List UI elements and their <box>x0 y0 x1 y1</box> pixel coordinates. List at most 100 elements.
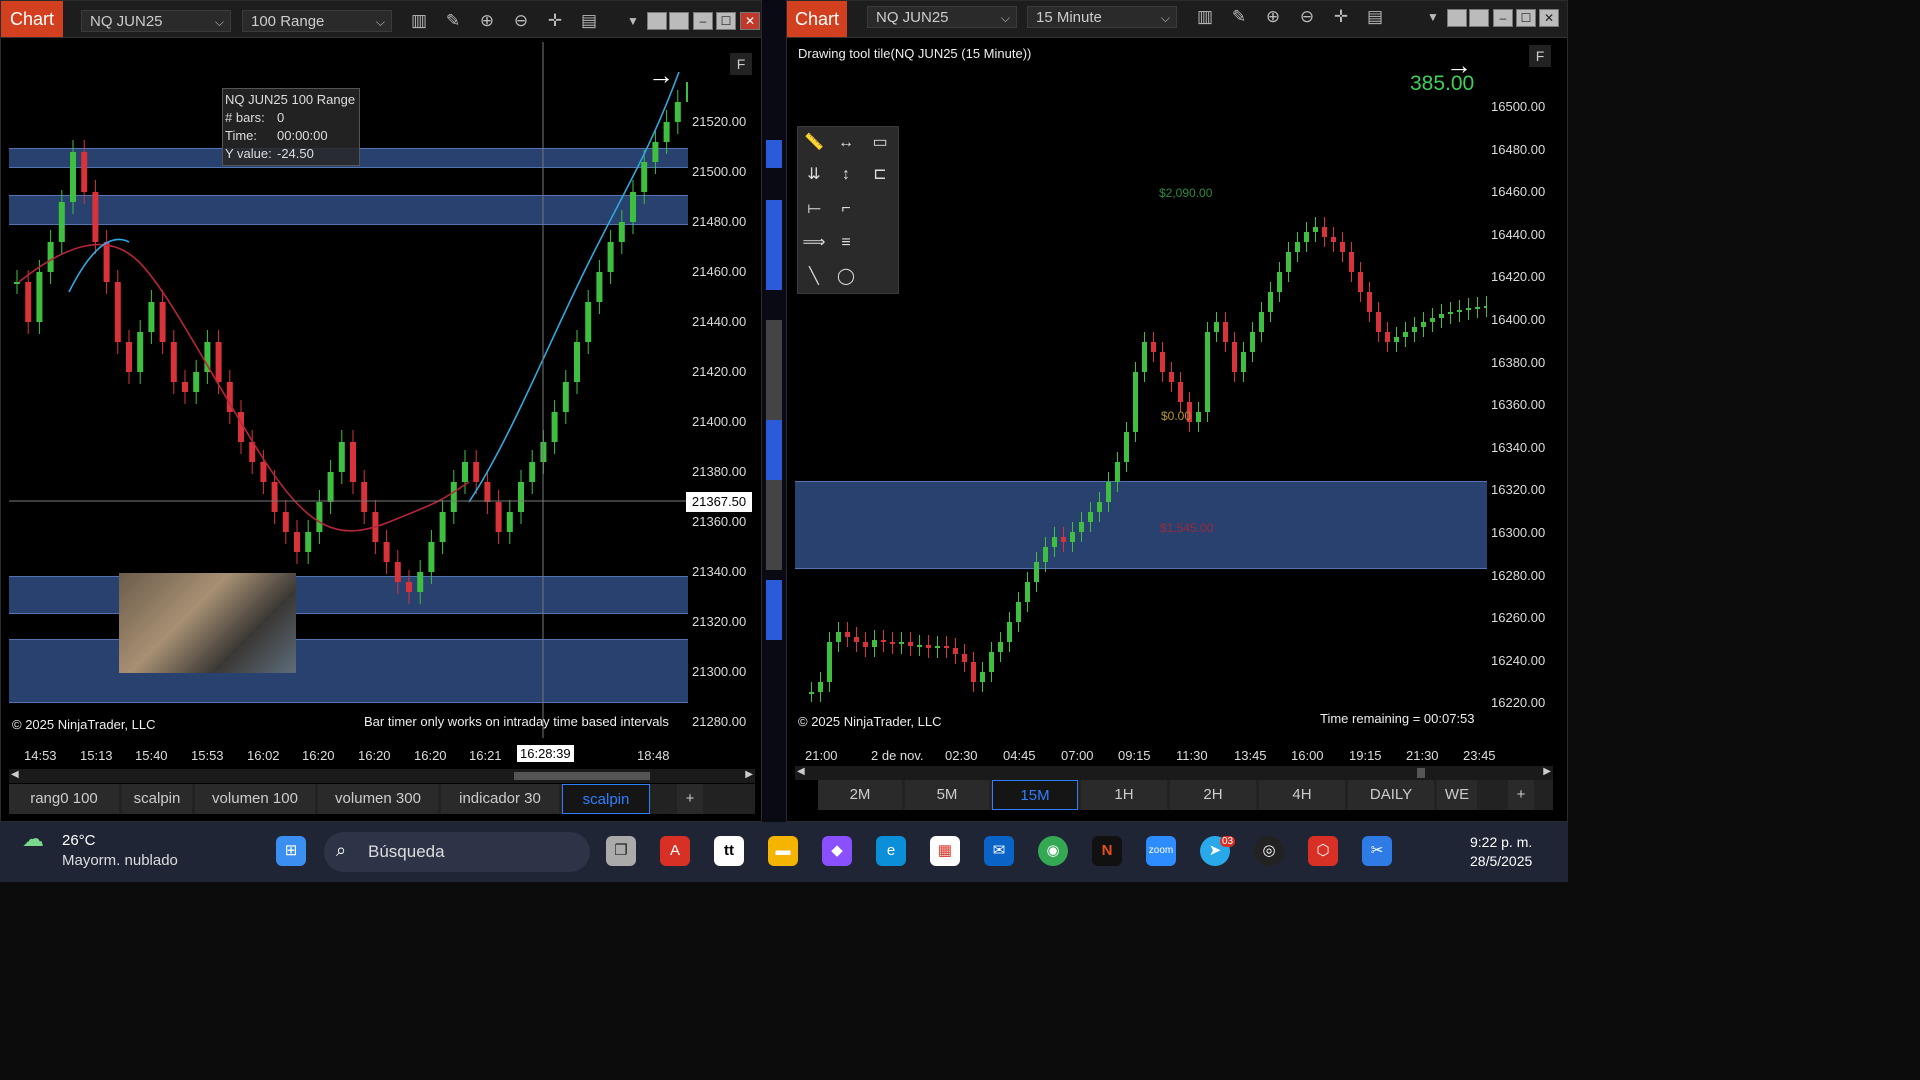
left-chart-tab[interactable]: Chart <box>1 1 63 37</box>
candle <box>1088 502 1093 532</box>
task-view-icon[interactable]: ❐ <box>606 836 636 866</box>
candle <box>618 210 625 254</box>
dropdown-arrow-icon[interactable]: ▼ <box>1421 6 1445 28</box>
tab-volumen-300[interactable]: volumen 300 <box>318 784 438 814</box>
scroll-right-icon[interactable]: ▶ <box>1543 766 1551 777</box>
scroll-left-icon[interactable]: ◀ <box>797 766 805 777</box>
left-instrument-dropdown[interactable]: NQ JUN25 ⌵ <box>81 10 231 32</box>
right-instrument-dropdown[interactable]: NQ JUN25 ⌵ <box>867 6 1017 28</box>
file-explorer-icon[interactable]: ▬ <box>768 836 798 866</box>
ruler-icon[interactable]: 📏 <box>800 129 828 157</box>
zoom-icon[interactable]: zoom <box>1146 836 1176 866</box>
close-button[interactable]: ✕ <box>1539 9 1559 27</box>
minimize-button[interactable]: – <box>1493 9 1513 27</box>
ray-icon[interactable]: ⟹ <box>800 229 828 257</box>
right-chart-tab[interactable]: Chart <box>787 1 847 37</box>
trendline-icon[interactable]: ╲ <box>800 263 828 291</box>
store-icon[interactable]: ▦ <box>930 836 960 866</box>
edge-icon[interactable]: e <box>876 836 906 866</box>
zoom-out-icon[interactable]: ⊖ <box>509 10 533 32</box>
tab-4h[interactable]: 4H <box>1259 780 1345 810</box>
crosshair-icon[interactable]: ✛ <box>1329 6 1353 28</box>
left-scrollbar[interactable]: ◀ ▶ <box>9 769 755 783</box>
tab-daily[interactable]: DAILY <box>1348 780 1434 810</box>
ninjatrader-icon[interactable]: N <box>1092 836 1122 866</box>
tab-indicador-30[interactable]: indicador 30 <box>441 784 559 814</box>
outlook-icon[interactable]: ✉ <box>984 836 1014 866</box>
fib-icon[interactable]: ⇊ <box>800 161 828 189</box>
tab-1h[interactable]: 1H <box>1081 780 1167 810</box>
weather-desc[interactable]: Mayorm. nublado <box>62 852 178 869</box>
crosshair-icon[interactable]: ✛ <box>543 10 567 32</box>
angle-line-icon[interactable]: ⌐ <box>832 195 860 223</box>
weather-icon[interactable]: ☁ <box>22 826 44 852</box>
tab-volumen-100[interactable]: volumen 100 <box>195 784 315 814</box>
copilot-icon[interactable]: ◆ <box>822 836 852 866</box>
right-price-axis[interactable]: 16500.00 16480.00 16460.00 16440.00 16420.00… <box>1487 42 1551 738</box>
tab-5m[interactable]: 5M <box>905 780 989 810</box>
pencil-icon[interactable]: ✎ <box>441 10 465 32</box>
minimize-button[interactable]: – <box>693 12 713 30</box>
zoom-in-icon[interactable]: ⊕ <box>1261 6 1285 28</box>
circle-icon[interactable]: ◯ <box>832 263 860 291</box>
bar-type-icon[interactable]: ▥ <box>407 10 431 32</box>
left-time-axis[interactable]: 14:53 15:13 15:40 15:53 16:02 16:20 16:20 16:20… <box>9 740 688 768</box>
candle <box>92 180 99 254</box>
tile-button[interactable] <box>1447 9 1467 27</box>
chrome-icon[interactable]: ◉ <box>1038 836 1068 866</box>
zoom-in-icon[interactable]: ⊕ <box>475 10 499 32</box>
bar-type-icon[interactable]: ▥ <box>1193 6 1217 28</box>
add-tab-button[interactable]: + <box>1508 780 1534 810</box>
vertical-line-icon[interactable]: ↕ <box>832 161 860 189</box>
tab-scalpin[interactable]: scalpin <box>122 784 192 814</box>
time-remaining: Time remaining = 00:07:53 <box>1320 711 1475 726</box>
tab-2h[interactable]: 2H <box>1170 780 1256 810</box>
acrobat-icon[interactable]: A <box>660 836 690 866</box>
zoom-out-icon[interactable]: ⊖ <box>1295 6 1319 28</box>
properties-icon[interactable]: ▤ <box>1363 6 1387 28</box>
clock-date[interactable]: 28/5/2025 <box>1470 853 1532 869</box>
candle <box>1403 322 1408 347</box>
horizontal-line-icon[interactable]: ⟝ <box>800 195 828 223</box>
lines-icon[interactable]: ≡ <box>832 229 860 257</box>
taskbar-search[interactable]: ⌕ Búsqueda <box>324 832 590 872</box>
right-copyright: © 2025 NinjaTrader, LLC <box>798 714 942 729</box>
clock-time[interactable]: 9:22 p. m. <box>1470 834 1532 850</box>
tt-app-icon[interactable]: tt <box>714 836 744 866</box>
right-time-axis[interactable]: 21:00 2 de nov. 02:30 04:45 07:00 09:15 11:30 1… <box>795 740 1496 768</box>
scroll-left-icon[interactable]: ◀ <box>11 769 19 780</box>
obs-icon[interactable]: ◎ <box>1254 836 1284 866</box>
left-price-axis[interactable]: 21520.00 21500.00 21480.00 21460.00 21440.00… <box>688 42 752 738</box>
maximize-button[interactable]: ☐ <box>1516 9 1536 27</box>
scroll-thumb[interactable] <box>514 772 650 780</box>
pencil-icon[interactable]: ✎ <box>1227 6 1251 28</box>
tab-we[interactable]: WE <box>1437 780 1477 810</box>
tab-rang0-100[interactable]: rang0 100 <box>9 784 119 814</box>
snip-tool-icon[interactable]: ✂ <box>1362 836 1392 866</box>
candle <box>881 630 886 652</box>
price-tag-icon[interactable]: ⊏ <box>866 161 894 189</box>
tab-15m[interactable]: 15M <box>992 780 1078 810</box>
left-interval-dropdown[interactable]: 100 Range ⌵ <box>242 10 392 32</box>
scroll-right-icon[interactable]: ▶ <box>745 769 753 780</box>
tab-2m[interactable]: 2M <box>818 780 902 810</box>
dropdown-arrow-icon[interactable]: ▼ <box>621 10 645 32</box>
weather-temp[interactable]: 26°C <box>62 832 96 849</box>
restore-tile-button[interactable] <box>669 12 689 30</box>
rectangle-icon[interactable]: ▭ <box>866 129 894 157</box>
candle <box>953 638 958 664</box>
tile-button[interactable] <box>647 12 667 30</box>
horizontal-measure-icon[interactable]: ↔ <box>832 129 860 157</box>
windows-start-icon[interactable]: ⊞ <box>276 836 306 866</box>
maximize-button[interactable]: ☐ <box>716 12 736 30</box>
right-scrollbar[interactable]: ◀ ▶ <box>795 766 1553 780</box>
restore-tile-button[interactable] <box>1469 9 1489 27</box>
candle <box>1160 342 1165 382</box>
scroll-thumb[interactable] <box>1417 768 1425 778</box>
right-interval-dropdown[interactable]: 15 Minute ⌵ <box>1027 6 1177 28</box>
add-tab-button[interactable]: + <box>677 784 703 814</box>
tab-scalpin[interactable]: scalpin <box>562 784 650 814</box>
close-button[interactable]: ✕ <box>740 12 760 30</box>
app-hexagon-icon[interactable]: ⬡ <box>1308 836 1338 866</box>
properties-icon[interactable]: ▤ <box>577 10 601 32</box>
